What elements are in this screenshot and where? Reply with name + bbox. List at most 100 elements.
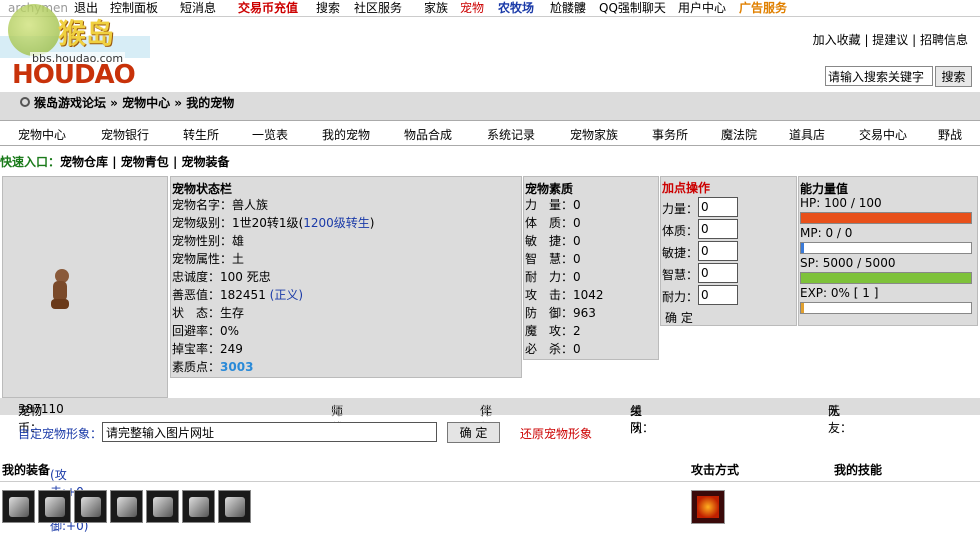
sp-bar-fill	[801, 273, 971, 283]
nav-office[interactable]: 事务所	[652, 126, 688, 143]
sp-label: SP: 5000 / 5000	[800, 256, 896, 270]
nav-trade[interactable]: 交易中心	[859, 126, 907, 143]
search-input[interactable]	[825, 66, 933, 86]
ring-icon[interactable]	[182, 490, 215, 523]
point-row-agility: 敏捷：	[661, 240, 796, 262]
status-points: 素质点：3003	[172, 360, 254, 374]
ad-service-link[interactable]: 广告服务	[735, 0, 791, 16]
status-state: 状 态：生存	[172, 306, 245, 320]
pet-attr-panel: 宠物素质 力 量：0 体 质：0 敏 捷：0 智 慧：0 耐 力：0 攻 击：1…	[523, 176, 659, 360]
quick-green-bag[interactable]: 宠物青包	[121, 155, 169, 169]
helmet-icon[interactable]	[74, 490, 107, 523]
bracer-icon[interactable]	[218, 490, 251, 523]
search-link[interactable]: 搜索	[312, 0, 344, 16]
custom-image-url-input[interactable]	[102, 422, 437, 442]
exp-bar-fill	[801, 303, 805, 313]
status-level: 宠物级别：1世20转1级(1200级转生)	[172, 216, 375, 230]
add-points-panel: 加点操作 力量： 体质： 敏捷： 智慧： 耐力： 确 定	[660, 176, 797, 326]
pet-nav: 宠物中心 宠物银行 转生所 一览表 我的宠物 物品合成 系统记录 宠物家族 事务…	[0, 120, 980, 146]
user-center-link[interactable]: 用户中心	[674, 0, 730, 16]
jobs-link[interactable]: 招聘信息	[920, 33, 968, 47]
point-row-wisdom: 智慧：	[661, 262, 796, 284]
restore-image-link[interactable]: 还原宠物形象	[520, 425, 592, 442]
karma-link[interactable]: (正义)	[270, 288, 303, 302]
search-icon	[20, 97, 30, 107]
nav-records[interactable]: 系统记录	[487, 126, 535, 143]
mp-bar-fill	[801, 243, 805, 253]
quick-entry: 快速入口：宠物仓库 | 宠物青包 | 宠物装备	[0, 155, 230, 169]
attr-row: 魔 攻：2	[525, 324, 581, 338]
suggest-link[interactable]: 提建议	[872, 33, 908, 47]
ability-panel: 能力量值 HP: 100 / 100 MP: 0 / 0 SP: 5000 / …	[798, 176, 978, 326]
endurance-input[interactable]	[698, 285, 738, 305]
vitality-input[interactable]	[698, 219, 738, 239]
site-logo[interactable]: 猴岛 bbs.houdao.com HOUDAO	[0, 0, 150, 92]
add-points-confirm-button[interactable]: 确 定	[665, 309, 693, 326]
custom-image-label: 自定宠物形象：	[18, 427, 103, 441]
favorite-link[interactable]: 加入收藏	[813, 33, 861, 47]
exp-label: EXP: 0% [ 1 ]	[800, 286, 879, 300]
search-button[interactable]: 搜索	[935, 66, 972, 87]
agility-input[interactable]	[698, 241, 738, 261]
attr-row: 力 量：0	[525, 198, 581, 212]
custom-image-row: 自定宠物形象： 确 定 还原宠物形象	[0, 420, 980, 446]
nav-pet-center[interactable]: 宠物中心	[18, 126, 66, 143]
attr-row: 耐 力：0	[525, 270, 581, 284]
attr-row: 防 御：963	[525, 306, 596, 320]
family-link[interactable]: 家族	[420, 0, 452, 16]
boots-icon[interactable]	[146, 490, 179, 523]
sword-icon[interactable]	[2, 490, 35, 523]
pet-link[interactable]: 宠物	[456, 0, 488, 16]
breadcrumb-text[interactable]: 猴岛游戏论坛 » 宠物中心 » 我的宠物	[34, 96, 234, 110]
quick-warehouse[interactable]: 宠物仓库	[60, 155, 108, 169]
status-drop: 掉宝率：249	[172, 342, 243, 356]
attr-row: 体 质：0	[525, 216, 581, 230]
attr-row: 攻 击：1042	[525, 288, 604, 302]
point-row-endurance: 耐力：	[661, 284, 796, 306]
nav-pet-bank[interactable]: 宠物银行	[101, 126, 149, 143]
wisdom-input[interactable]	[698, 263, 738, 283]
point-row-vitality: 体质：	[661, 218, 796, 240]
messages-link[interactable]: 短消息	[176, 0, 220, 16]
exp-bar	[800, 302, 972, 314]
nav-magic[interactable]: 魔法院	[721, 126, 757, 143]
pet-avatar	[49, 269, 71, 315]
spear-icon[interactable]	[38, 490, 71, 523]
skeleton-link[interactable]: 尬髅髏	[546, 0, 590, 16]
attr-row: 敏 捷：0	[525, 234, 581, 248]
qq-chat-link[interactable]: QQ强制聊天	[595, 0, 670, 16]
status-element: 宠物属性：土	[172, 252, 245, 266]
status-gender: 宠物性别：雄	[172, 234, 245, 248]
mp-bar	[800, 242, 972, 254]
nav-my-pet[interactable]: 我的宠物	[322, 126, 370, 143]
attack-method-title: 攻击方式	[691, 463, 740, 477]
mp-label: MP: 0 / 0	[800, 226, 853, 240]
add-points-title: 加点操作	[662, 181, 711, 195]
custom-image-confirm-button[interactable]: 确 定	[447, 422, 500, 443]
sp-bar	[800, 272, 972, 284]
nav-overview[interactable]: 一览表	[252, 126, 288, 143]
recharge-link[interactable]: 交易币充值	[234, 0, 302, 16]
quick-equip[interactable]: 宠物装备	[182, 155, 230, 169]
nav-rebirth[interactable]: 转生所	[183, 126, 219, 143]
attack-skill-icon[interactable]	[691, 490, 725, 524]
logo-en: HOUDAO	[12, 60, 136, 90]
nav-synthesis[interactable]: 物品合成	[404, 126, 452, 143]
quick-label: 快速入口：	[0, 155, 61, 169]
status-karma: 善恶值：182451 (正义)	[172, 288, 304, 302]
pet-image-panel	[2, 176, 168, 398]
status-dodge: 回避率：0%	[172, 324, 240, 338]
nav-pet-family[interactable]: 宠物家族	[570, 126, 618, 143]
nav-field-battle[interactable]: 野战	[938, 126, 962, 143]
equipment-title: 我的装备(攻击:+0 防御:+0)	[2, 463, 89, 533]
armor-icon[interactable]	[110, 490, 143, 523]
rebirth-link[interactable]: 1200级转生	[303, 216, 370, 230]
nav-item-shop[interactable]: 道具店	[789, 126, 825, 143]
attr-title: 宠物素质	[525, 182, 574, 196]
community-link[interactable]: 社区服务	[350, 0, 406, 16]
logo-cn: 猴岛	[58, 17, 115, 50]
breadcrumb: 猴岛游戏论坛 » 宠物中心 » 我的宠物	[0, 92, 980, 120]
pet-info-strip: 宠物币：387110 师傅：无 伴侣：无 组队：关闭 队友：无	[0, 398, 980, 435]
strength-input[interactable]	[698, 197, 738, 217]
farm-link[interactable]: 农牧场	[494, 0, 538, 16]
